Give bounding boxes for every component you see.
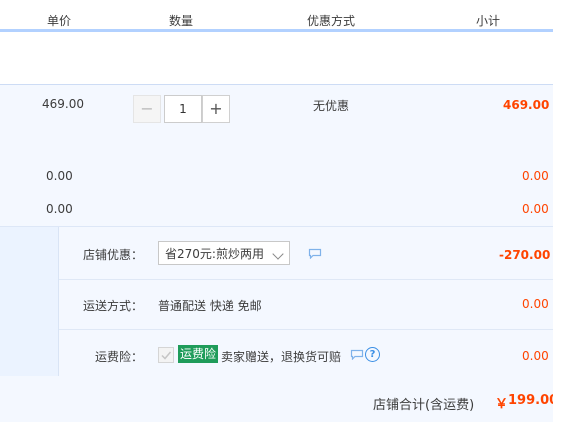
coupon-label: 店铺优惠： xyxy=(83,248,144,262)
insurance-checkbox[interactable] xyxy=(158,347,174,363)
chevron-down-icon xyxy=(272,248,284,260)
row-divider xyxy=(59,329,553,330)
order-confirm-panel: 单价 数量 优惠方式 小计 469.00 − + 无优惠 469.00 0.00… xyxy=(0,0,563,422)
shipping-amount: 0.00 xyxy=(522,297,549,311)
header-quantity: 数量 xyxy=(169,14,194,28)
shipping-label: 运送方式： xyxy=(83,299,144,313)
plus-icon: + xyxy=(209,99,223,118)
blank-row xyxy=(0,32,553,85)
insurance-amount: 0.00 xyxy=(522,349,549,363)
extra-row-price: 0.00 xyxy=(46,202,73,216)
quantity-minus-button[interactable]: − xyxy=(133,95,161,123)
shop-total-amount: 199.00 xyxy=(508,393,559,408)
shop-total-label: 店铺合计(含运费) xyxy=(373,398,475,413)
extra-row-subtotal: 0.00 xyxy=(522,169,549,183)
insurance-label: 运费险： xyxy=(95,350,144,364)
item-discount-method: 无优惠 xyxy=(313,99,350,113)
check-icon xyxy=(161,351,172,360)
shop-total-currency: ￥ xyxy=(495,397,509,412)
quantity-input[interactable] xyxy=(164,95,202,123)
row-divider xyxy=(59,279,553,280)
help-icon[interactable]: ? xyxy=(365,347,380,362)
page-margin xyxy=(553,0,563,422)
coupon-select[interactable]: 省270元:煎炒两用 xyxy=(158,241,290,265)
table-header: 单价 数量 优惠方式 小计 xyxy=(0,0,563,30)
minus-icon: − xyxy=(140,99,154,118)
extra-row-price: 0.00 xyxy=(46,169,73,183)
shipping-value: 普通配送 快递 免邮 xyxy=(158,299,262,313)
message-icon[interactable] xyxy=(350,349,364,360)
message-icon[interactable] xyxy=(308,248,322,259)
header-discount-method: 优惠方式 xyxy=(307,14,356,28)
coupon-amount: -270.00 xyxy=(499,248,551,262)
insurance-description: 卖家赠送，退换货可赔 xyxy=(221,350,342,364)
header-unit-price: 单价 xyxy=(47,14,72,28)
insurance-badge: 运费险 xyxy=(178,345,219,363)
extra-row-subtotal: 0.00 xyxy=(522,202,549,216)
item-unit-price: 469.00 xyxy=(42,97,84,111)
item-subtotal: 469.00 xyxy=(503,98,550,112)
coupon-selected-value: 省270元:煎炒两用 xyxy=(165,247,264,261)
header-subtotal: 小计 xyxy=(476,14,501,28)
quantity-plus-button[interactable]: + xyxy=(202,95,230,123)
